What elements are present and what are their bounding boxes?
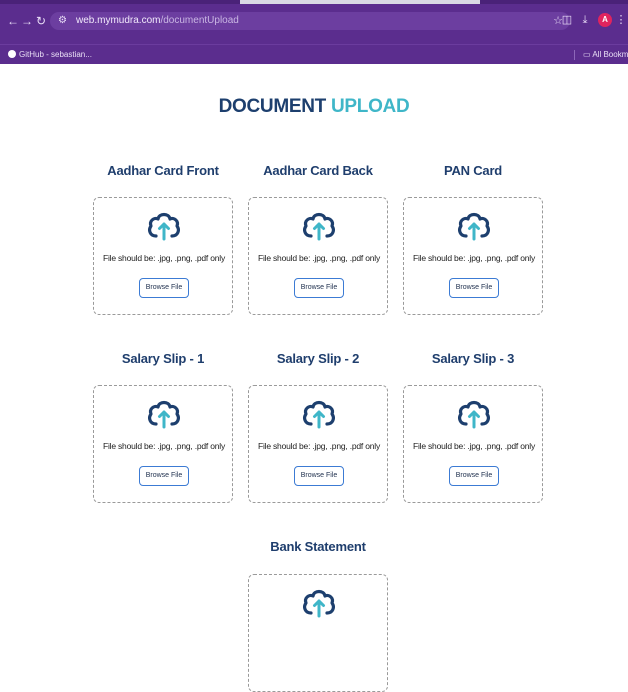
upload-dropzone[interactable]: File should be: .jpg, .png, .pdf only Bro… <box>248 385 388 503</box>
download-icon[interactable]: ⤓ <box>578 13 592 27</box>
all-bookmarks-label: All Bookmarks <box>592 50 628 59</box>
active-tab-edge <box>240 0 480 4</box>
cloud-upload-icon <box>456 396 492 432</box>
title-part-1: DOCUMENT <box>218 96 327 117</box>
card-label: PAN Card <box>443 163 503 178</box>
browse-file-button[interactable]: Browse File <box>294 466 344 486</box>
browse-file-button[interactable]: Browse File <box>449 466 499 486</box>
cloud-upload-icon <box>301 396 337 432</box>
browser-toolbar: ← → ↻ ⚙ web.mymudra.com/documentUpload ☆… <box>0 0 628 44</box>
card-label: Aadhar Card Back <box>263 163 373 178</box>
profile-avatar[interactable]: A <box>598 13 612 27</box>
browse-file-button[interactable]: Browse File <box>139 466 189 486</box>
file-type-hint: File should be: .jpg, .png, .pdf only <box>257 441 381 451</box>
address-bar[interactable]: ⚙ web.mymudra.com/documentUpload ☆ <box>50 12 570 30</box>
file-type-hint: File should be: .jpg, .png, .pdf only <box>412 441 536 451</box>
card-label: Salary Slip - 2 <box>276 351 360 366</box>
file-type-hint: File should be: .jpg, .png, .pdf only <box>412 253 536 263</box>
upload-dropzone[interactable]: File should be: .jpg, .png, .pdf only Bro… <box>248 197 388 315</box>
upload-dropzone[interactable]: File should be: .jpg, .png, .pdf only Bro… <box>93 385 233 503</box>
browse-file-button[interactable]: Browse File <box>139 278 189 298</box>
bookmark-label: GitHub - sebastian... <box>19 50 92 59</box>
upload-dropzone[interactable]: File should be: .jpg, .png, .pdf only Bro… <box>403 385 543 503</box>
card-label: Aadhar Card Front <box>107 163 219 178</box>
card-label: Salary Slip - 3 <box>431 351 515 366</box>
forward-icon[interactable]: → <box>20 14 34 28</box>
bookmarks-bar: GitHub - sebastian... ▭ All Bookmarks <box>0 44 628 64</box>
file-type-hint: File should be: .jpg, .png, .pdf only <box>257 253 381 263</box>
cloud-upload-icon <box>301 208 337 244</box>
file-type-hint: File should be: .jpg, .png, .pdf only <box>102 253 226 263</box>
site-info-icon[interactable]: ⚙ <box>58 15 70 27</box>
card-label: Bank Statement <box>270 539 366 554</box>
back-icon[interactable]: ← <box>6 14 20 28</box>
cloud-upload-icon <box>146 208 182 244</box>
url-text[interactable]: web.mymudra.com/documentUpload <box>76 15 239 27</box>
bookmark-separator <box>574 50 575 60</box>
all-bookmarks[interactable]: ▭ All Bookmarks <box>583 49 628 61</box>
menu-icon[interactable]: ⋮ <box>614 13 628 27</box>
browse-file-button[interactable]: Browse File <box>449 278 499 298</box>
url-path: /documentUpload <box>160 15 239 26</box>
file-type-hint: File should be: .jpg, .png, .pdf only <box>102 441 226 451</box>
upload-dropzone[interactable] <box>248 574 388 692</box>
card-label: Salary Slip - 1 <box>121 351 205 366</box>
title-part-2: UPLOAD <box>330 96 410 117</box>
extensions-icon[interactable]: ◫ <box>560 13 574 27</box>
cloud-upload-icon <box>456 208 492 244</box>
github-icon <box>8 50 16 58</box>
cloud-upload-icon <box>301 585 337 621</box>
url-domain: web.mymudra.com <box>76 15 161 26</box>
folder-icon: ▭ <box>583 50 593 59</box>
reload-icon[interactable]: ↻ <box>34 14 48 28</box>
upload-dropzone[interactable]: File should be: .jpg, .png, .pdf only Bro… <box>93 197 233 315</box>
upload-dropzone[interactable]: File should be: .jpg, .png, .pdf only Bro… <box>403 197 543 315</box>
cloud-upload-icon <box>146 396 182 432</box>
page-title: DOCUMENT UPLOAD <box>0 96 628 118</box>
bookmark-github[interactable]: GitHub - sebastian... <box>8 49 92 61</box>
browse-file-button[interactable]: Browse File <box>294 278 344 298</box>
